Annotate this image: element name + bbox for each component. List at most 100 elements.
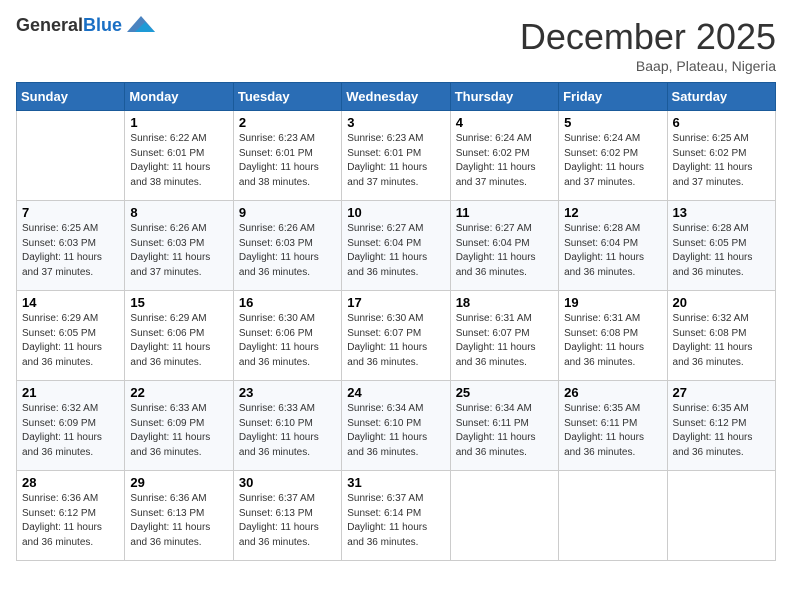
calendar-cell: 19 Sunrise: 6:31 AMSunset: 6:08 PMDayligh… <box>559 291 667 381</box>
day-number: 1 <box>130 115 227 130</box>
calendar-cell: 26 Sunrise: 6:35 AMSunset: 6:11 PMDayligh… <box>559 381 667 471</box>
calendar-cell: 29 Sunrise: 6:36 AMSunset: 6:13 PMDayligh… <box>125 471 233 561</box>
calendar-week-4: 21Sunrise: 6:32 AMSunset: 6:09 PMDayligh… <box>17 381 776 471</box>
day-info: Sunrise: 6:23 AMSunset: 6:01 PMDaylight:… <box>239 132 336 190</box>
calendar-cell: 7 Sunrise: 6:25 AMSunset: 6:03 PMDaylight… <box>17 201 125 291</box>
calendar-cell: 15 Sunrise: 6:29 AMSunset: 6:06 PMDayligh… <box>125 291 233 381</box>
day-number: 3 <box>347 115 444 130</box>
calendar-week-2: 7 Sunrise: 6:25 AMSunset: 6:03 PMDaylight… <box>17 201 776 291</box>
calendar-cell <box>667 471 775 561</box>
calendar-cell: 13 Sunrise: 6:28 AMSunset: 6:05 PMDayligh… <box>667 201 775 291</box>
day-info: Sunrise: 6:32 AMSunset: 6:09 PMDaylight:… <box>22 402 119 460</box>
col-header-thursday: Thursday <box>450 83 558 111</box>
calendar-cell: 9Sunrise: 6:26 AMSunset: 6:03 PMDaylight… <box>233 201 341 291</box>
day-number: 12 <box>564 205 661 220</box>
day-number: 15 <box>130 295 227 310</box>
day-number: 2 <box>239 115 336 130</box>
day-info: Sunrise: 6:25 AMSunset: 6:03 PMDaylight:… <box>22 222 119 280</box>
calendar-cell: 1 Sunrise: 6:22 AMSunset: 6:01 PMDaylight… <box>125 111 233 201</box>
day-number: 5 <box>564 115 661 130</box>
day-info: Sunrise: 6:37 AMSunset: 6:14 PMDaylight:… <box>347 492 444 550</box>
calendar-cell: 14 Sunrise: 6:29 AMSunset: 6:05 PMDayligh… <box>17 291 125 381</box>
calendar-cell: 3 Sunrise: 6:23 AMSunset: 6:01 PMDaylight… <box>342 111 450 201</box>
calendar-cell: 30 Sunrise: 6:37 AMSunset: 6:13 PMDayligh… <box>233 471 341 561</box>
day-info: Sunrise: 6:35 AMSunset: 6:11 PMDaylight:… <box>564 402 661 460</box>
day-info: Sunrise: 6:35 AMSunset: 6:12 PMDaylight:… <box>673 402 770 460</box>
calendar-cell: 31Sunrise: 6:37 AMSunset: 6:14 PMDayligh… <box>342 471 450 561</box>
day-info: Sunrise: 6:36 AMSunset: 6:12 PMDaylight:… <box>22 492 119 550</box>
day-number: 13 <box>673 205 770 220</box>
calendar-cell <box>450 471 558 561</box>
day-number: 30 <box>239 475 336 490</box>
calendar-cell: 17 Sunrise: 6:30 AMSunset: 6:07 PMDayligh… <box>342 291 450 381</box>
calendar-cell: 2 Sunrise: 6:23 AMSunset: 6:01 PMDaylight… <box>233 111 341 201</box>
day-info: Sunrise: 6:37 AMSunset: 6:13 PMDaylight:… <box>239 492 336 550</box>
day-info: Sunrise: 6:29 AMSunset: 6:05 PMDaylight:… <box>22 312 119 370</box>
day-number: 14 <box>22 295 119 310</box>
day-number: 24 <box>347 385 444 400</box>
day-number: 25 <box>456 385 553 400</box>
day-info: Sunrise: 6:27 AMSunset: 6:04 PMDaylight:… <box>347 222 444 280</box>
col-header-monday: Monday <box>125 83 233 111</box>
month-title: December 2025 <box>520 16 776 58</box>
day-info: Sunrise: 6:34 AMSunset: 6:10 PMDaylight:… <box>347 402 444 460</box>
day-info: Sunrise: 6:33 AMSunset: 6:09 PMDaylight:… <box>130 402 227 460</box>
day-info: Sunrise: 6:32 AMSunset: 6:08 PMDaylight:… <box>673 312 770 370</box>
day-info: Sunrise: 6:26 AMSunset: 6:03 PMDaylight:… <box>130 222 227 280</box>
day-info: Sunrise: 6:28 AMSunset: 6:04 PMDaylight:… <box>564 222 661 280</box>
col-header-friday: Friday <box>559 83 667 111</box>
calendar-cell: 11 Sunrise: 6:27 AMSunset: 6:04 PMDayligh… <box>450 201 558 291</box>
logo: GeneralBlue <box>16 16 157 36</box>
calendar-cell <box>17 111 125 201</box>
calendar-week-3: 14 Sunrise: 6:29 AMSunset: 6:05 PMDayligh… <box>17 291 776 381</box>
day-number: 7 <box>22 205 119 220</box>
calendar-cell: 21Sunrise: 6:32 AMSunset: 6:09 PMDayligh… <box>17 381 125 471</box>
calendar-header-row: SundayMondayTuesdayWednesdayThursdayFrid… <box>17 83 776 111</box>
day-number: 11 <box>456 205 553 220</box>
day-info: Sunrise: 6:27 AMSunset: 6:04 PMDaylight:… <box>456 222 553 280</box>
calendar-cell: 24 Sunrise: 6:34 AMSunset: 6:10 PMDayligh… <box>342 381 450 471</box>
day-number: 20 <box>673 295 770 310</box>
day-number: 8 <box>130 205 227 220</box>
day-number: 19 <box>564 295 661 310</box>
logo-blue: Blue <box>83 15 122 35</box>
calendar-cell: 23 Sunrise: 6:33 AMSunset: 6:10 PMDayligh… <box>233 381 341 471</box>
col-header-tuesday: Tuesday <box>233 83 341 111</box>
day-number: 29 <box>130 475 227 490</box>
day-info: Sunrise: 6:33 AMSunset: 6:10 PMDaylight:… <box>239 402 336 460</box>
col-header-sunday: Sunday <box>17 83 125 111</box>
calendar-cell: 16 Sunrise: 6:30 AMSunset: 6:06 PMDayligh… <box>233 291 341 381</box>
day-number: 23 <box>239 385 336 400</box>
day-number: 27 <box>673 385 770 400</box>
calendar-cell: 5Sunrise: 6:24 AMSunset: 6:02 PMDaylight… <box>559 111 667 201</box>
title-block: December 2025 Baap, Plateau, Nigeria <box>520 16 776 74</box>
day-number: 17 <box>347 295 444 310</box>
calendar-cell: 20 Sunrise: 6:32 AMSunset: 6:08 PMDayligh… <box>667 291 775 381</box>
day-number: 16 <box>239 295 336 310</box>
calendar-cell: 4Sunrise: 6:24 AMSunset: 6:02 PMDaylight… <box>450 111 558 201</box>
day-info: Sunrise: 6:25 AMSunset: 6:02 PMDaylight:… <box>673 132 770 190</box>
calendar-cell: 22 Sunrise: 6:33 AMSunset: 6:09 PMDayligh… <box>125 381 233 471</box>
calendar-cell: 6 Sunrise: 6:25 AMSunset: 6:02 PMDaylight… <box>667 111 775 201</box>
day-number: 22 <box>130 385 227 400</box>
calendar-week-1: 1 Sunrise: 6:22 AMSunset: 6:01 PMDaylight… <box>17 111 776 201</box>
day-number: 18 <box>456 295 553 310</box>
day-info: Sunrise: 6:28 AMSunset: 6:05 PMDaylight:… <box>673 222 770 280</box>
day-info: Sunrise: 6:29 AMSunset: 6:06 PMDaylight:… <box>130 312 227 370</box>
col-header-saturday: Saturday <box>667 83 775 111</box>
day-info: Sunrise: 6:36 AMSunset: 6:13 PMDaylight:… <box>130 492 227 550</box>
calendar-week-5: 28Sunrise: 6:36 AMSunset: 6:12 PMDayligh… <box>17 471 776 561</box>
day-info: Sunrise: 6:31 AMSunset: 6:08 PMDaylight:… <box>564 312 661 370</box>
page-header: GeneralBlue December 2025 Baap, Plateau,… <box>16 16 776 74</box>
calendar-cell: 12 Sunrise: 6:28 AMSunset: 6:04 PMDayligh… <box>559 201 667 291</box>
day-number: 6 <box>673 115 770 130</box>
day-info: Sunrise: 6:30 AMSunset: 6:06 PMDaylight:… <box>239 312 336 370</box>
day-number: 4 <box>456 115 553 130</box>
day-info: Sunrise: 6:30 AMSunset: 6:07 PMDaylight:… <box>347 312 444 370</box>
calendar-cell: 18Sunrise: 6:31 AMSunset: 6:07 PMDayligh… <box>450 291 558 381</box>
day-info: Sunrise: 6:23 AMSunset: 6:01 PMDaylight:… <box>347 132 444 190</box>
day-number: 26 <box>564 385 661 400</box>
calendar-cell: 28Sunrise: 6:36 AMSunset: 6:12 PMDayligh… <box>17 471 125 561</box>
col-header-wednesday: Wednesday <box>342 83 450 111</box>
day-info: Sunrise: 6:22 AMSunset: 6:01 PMDaylight:… <box>130 132 227 190</box>
